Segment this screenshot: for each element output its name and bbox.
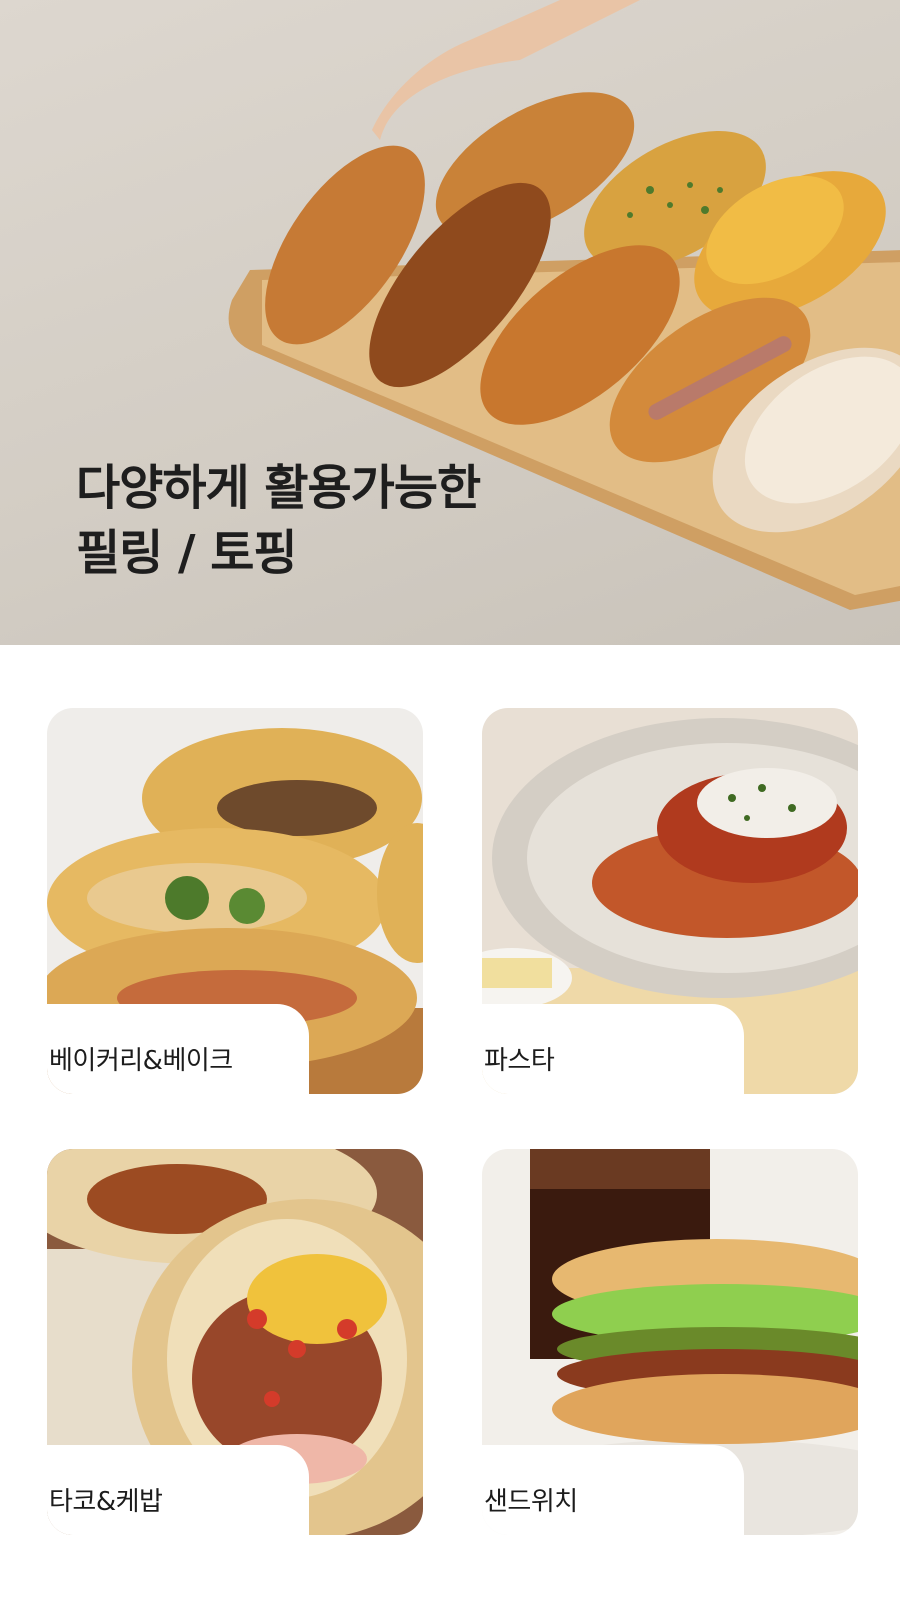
category-card-sandwich[interactable]: 샌드위치 bbox=[482, 1149, 858, 1535]
category-label: 베이커리&베이크 bbox=[49, 1046, 233, 1076]
hero-banner: 다양하게 활용가능한 필링 / 토핑 bbox=[0, 0, 900, 645]
card-label-box: 타코&케밥 bbox=[47, 1445, 309, 1535]
hero-title-line-2: 필링 / 토핑 bbox=[76, 525, 298, 581]
category-label: 타코&케밥 bbox=[49, 1487, 163, 1517]
card-label-box: 베이커리&베이크 bbox=[47, 1004, 309, 1094]
card-label-box: 파스타 bbox=[482, 1004, 744, 1094]
category-card-pasta[interactable]: 파스타 bbox=[482, 708, 858, 1094]
category-card-bakery[interactable]: 베이커리&베이크 bbox=[47, 708, 423, 1094]
category-card-taco-kebab[interactable]: 타코&케밥 bbox=[47, 1149, 423, 1535]
hero-title-line-1: 다양하게 활용가능한 bbox=[76, 460, 481, 516]
card-label-box: 샌드위치 bbox=[482, 1445, 744, 1535]
category-label: 파스타 bbox=[484, 1046, 555, 1076]
hero-title: 다양하게 활용가능한 필링 / 토핑 bbox=[76, 456, 481, 586]
category-label: 샌드위치 bbox=[484, 1487, 578, 1517]
